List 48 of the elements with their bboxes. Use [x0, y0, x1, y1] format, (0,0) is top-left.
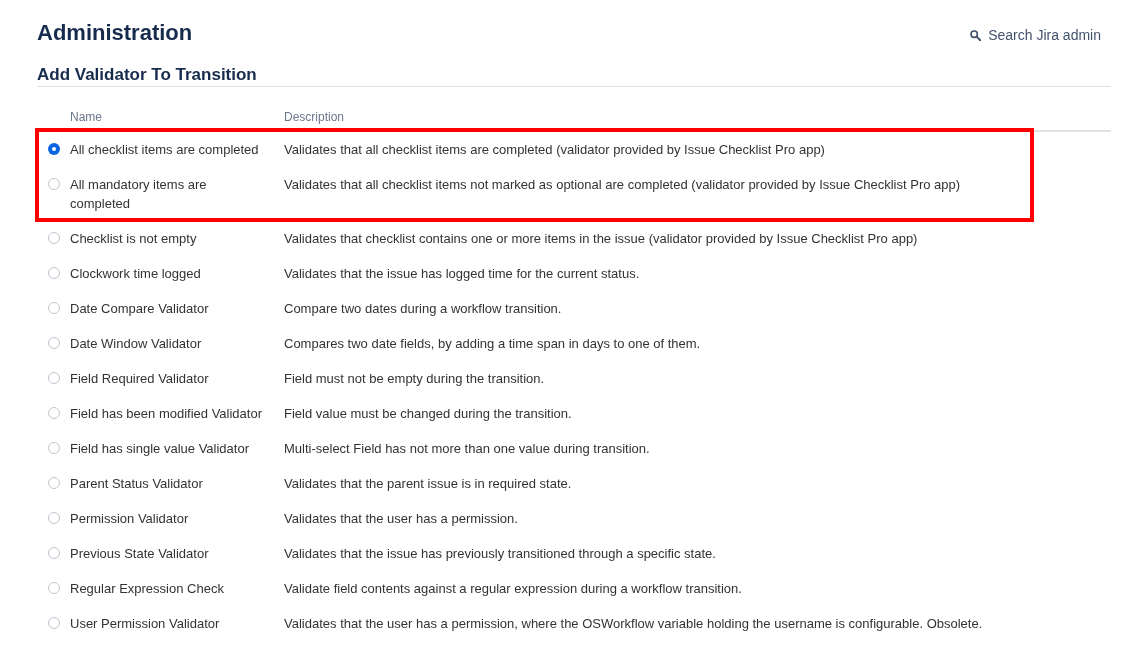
validator-name: Regular Expression Check	[70, 581, 224, 596]
column-header: Name	[70, 109, 103, 125]
validator-description: Multi-select Field has not more than one value during transition.	[284, 441, 650, 456]
validator-name: Previous State Validator	[70, 546, 209, 561]
section-title: Add Validator To Transition	[37, 64, 1111, 87]
validator-description: Validate field contents against a regular expression during a workflow transition.	[284, 581, 742, 596]
radio-button[interactable]	[48, 267, 60, 279]
validator-name: All checklist items are completed	[70, 142, 259, 157]
validator-description: Validates that the user has a permission, where the OSWorkflow variable holding the username is configurable. Obsolete.	[284, 616, 983, 631]
radio-button[interactable]	[48, 617, 60, 629]
validator-description: Field value must be changed during the transition.	[284, 406, 572, 421]
validator-description: Compares two date fields, by adding a time span in days to one of them.	[284, 336, 701, 351]
radio-button[interactable]	[48, 582, 60, 594]
radio-button[interactable]	[48, 178, 60, 190]
validator-name: Clockwork time logged	[70, 266, 201, 281]
validator-description: Validates that all checklist items are completed (validator provided by Issue Checklist Pro app)	[284, 142, 825, 157]
validator-name: Field has single value Validator	[70, 441, 249, 456]
validator-description: Validates that all checklist items not marked as optional are completed (validator provided by Issue Checklist Pro app)	[284, 177, 961, 192]
validator-description: Field must not be empty during the transition.	[284, 371, 545, 386]
validator-name: Field Required Validator	[70, 371, 209, 386]
radio-button[interactable]	[48, 372, 60, 384]
validator-description: Validates that the user has a permission.	[284, 511, 518, 526]
validator-name: All mandatory items are completed	[70, 177, 207, 211]
radio-button[interactable]	[48, 547, 60, 559]
validator-description: Validates that the issue has previously transitioned through a specific state.	[284, 546, 716, 561]
validator-name: Permission Validator	[70, 511, 189, 526]
radio-button[interactable]	[48, 143, 60, 155]
column-header: Description	[284, 109, 345, 125]
radio-button[interactable]	[48, 337, 60, 349]
radio-button[interactable]	[48, 407, 60, 419]
validator-name: User Permission Validator	[70, 616, 220, 631]
radio-button[interactable]	[48, 442, 60, 454]
validator-name: Checklist is not empty	[70, 231, 197, 246]
validator-name: Parent Status Validator	[70, 476, 203, 491]
page-title: Administration	[37, 19, 193, 47]
validator-description: Validates that checklist contains one or more items in the issue (validator provided by Issue Checklist Pro app)	[284, 231, 918, 246]
radio-button[interactable]	[48, 232, 60, 244]
validator-description: Validates that the parent issue is in required state.	[284, 476, 572, 491]
search-icon	[970, 29, 982, 41]
validator-description: Validates that the issue has logged time for the current status.	[284, 266, 640, 281]
radio-button[interactable]	[48, 512, 60, 524]
validator-description: Compare two dates during a workflow transition.	[284, 301, 562, 316]
radio-button[interactable]	[48, 302, 60, 314]
validator-name: Date Window Validator	[70, 336, 202, 351]
validator-name: Date Compare Validator	[70, 301, 209, 316]
validator-name: Field has been modified Validator	[70, 406, 262, 421]
radio-button[interactable]	[48, 477, 60, 489]
search-link[interactable]: Search Jira admin	[970, 26, 1101, 44]
